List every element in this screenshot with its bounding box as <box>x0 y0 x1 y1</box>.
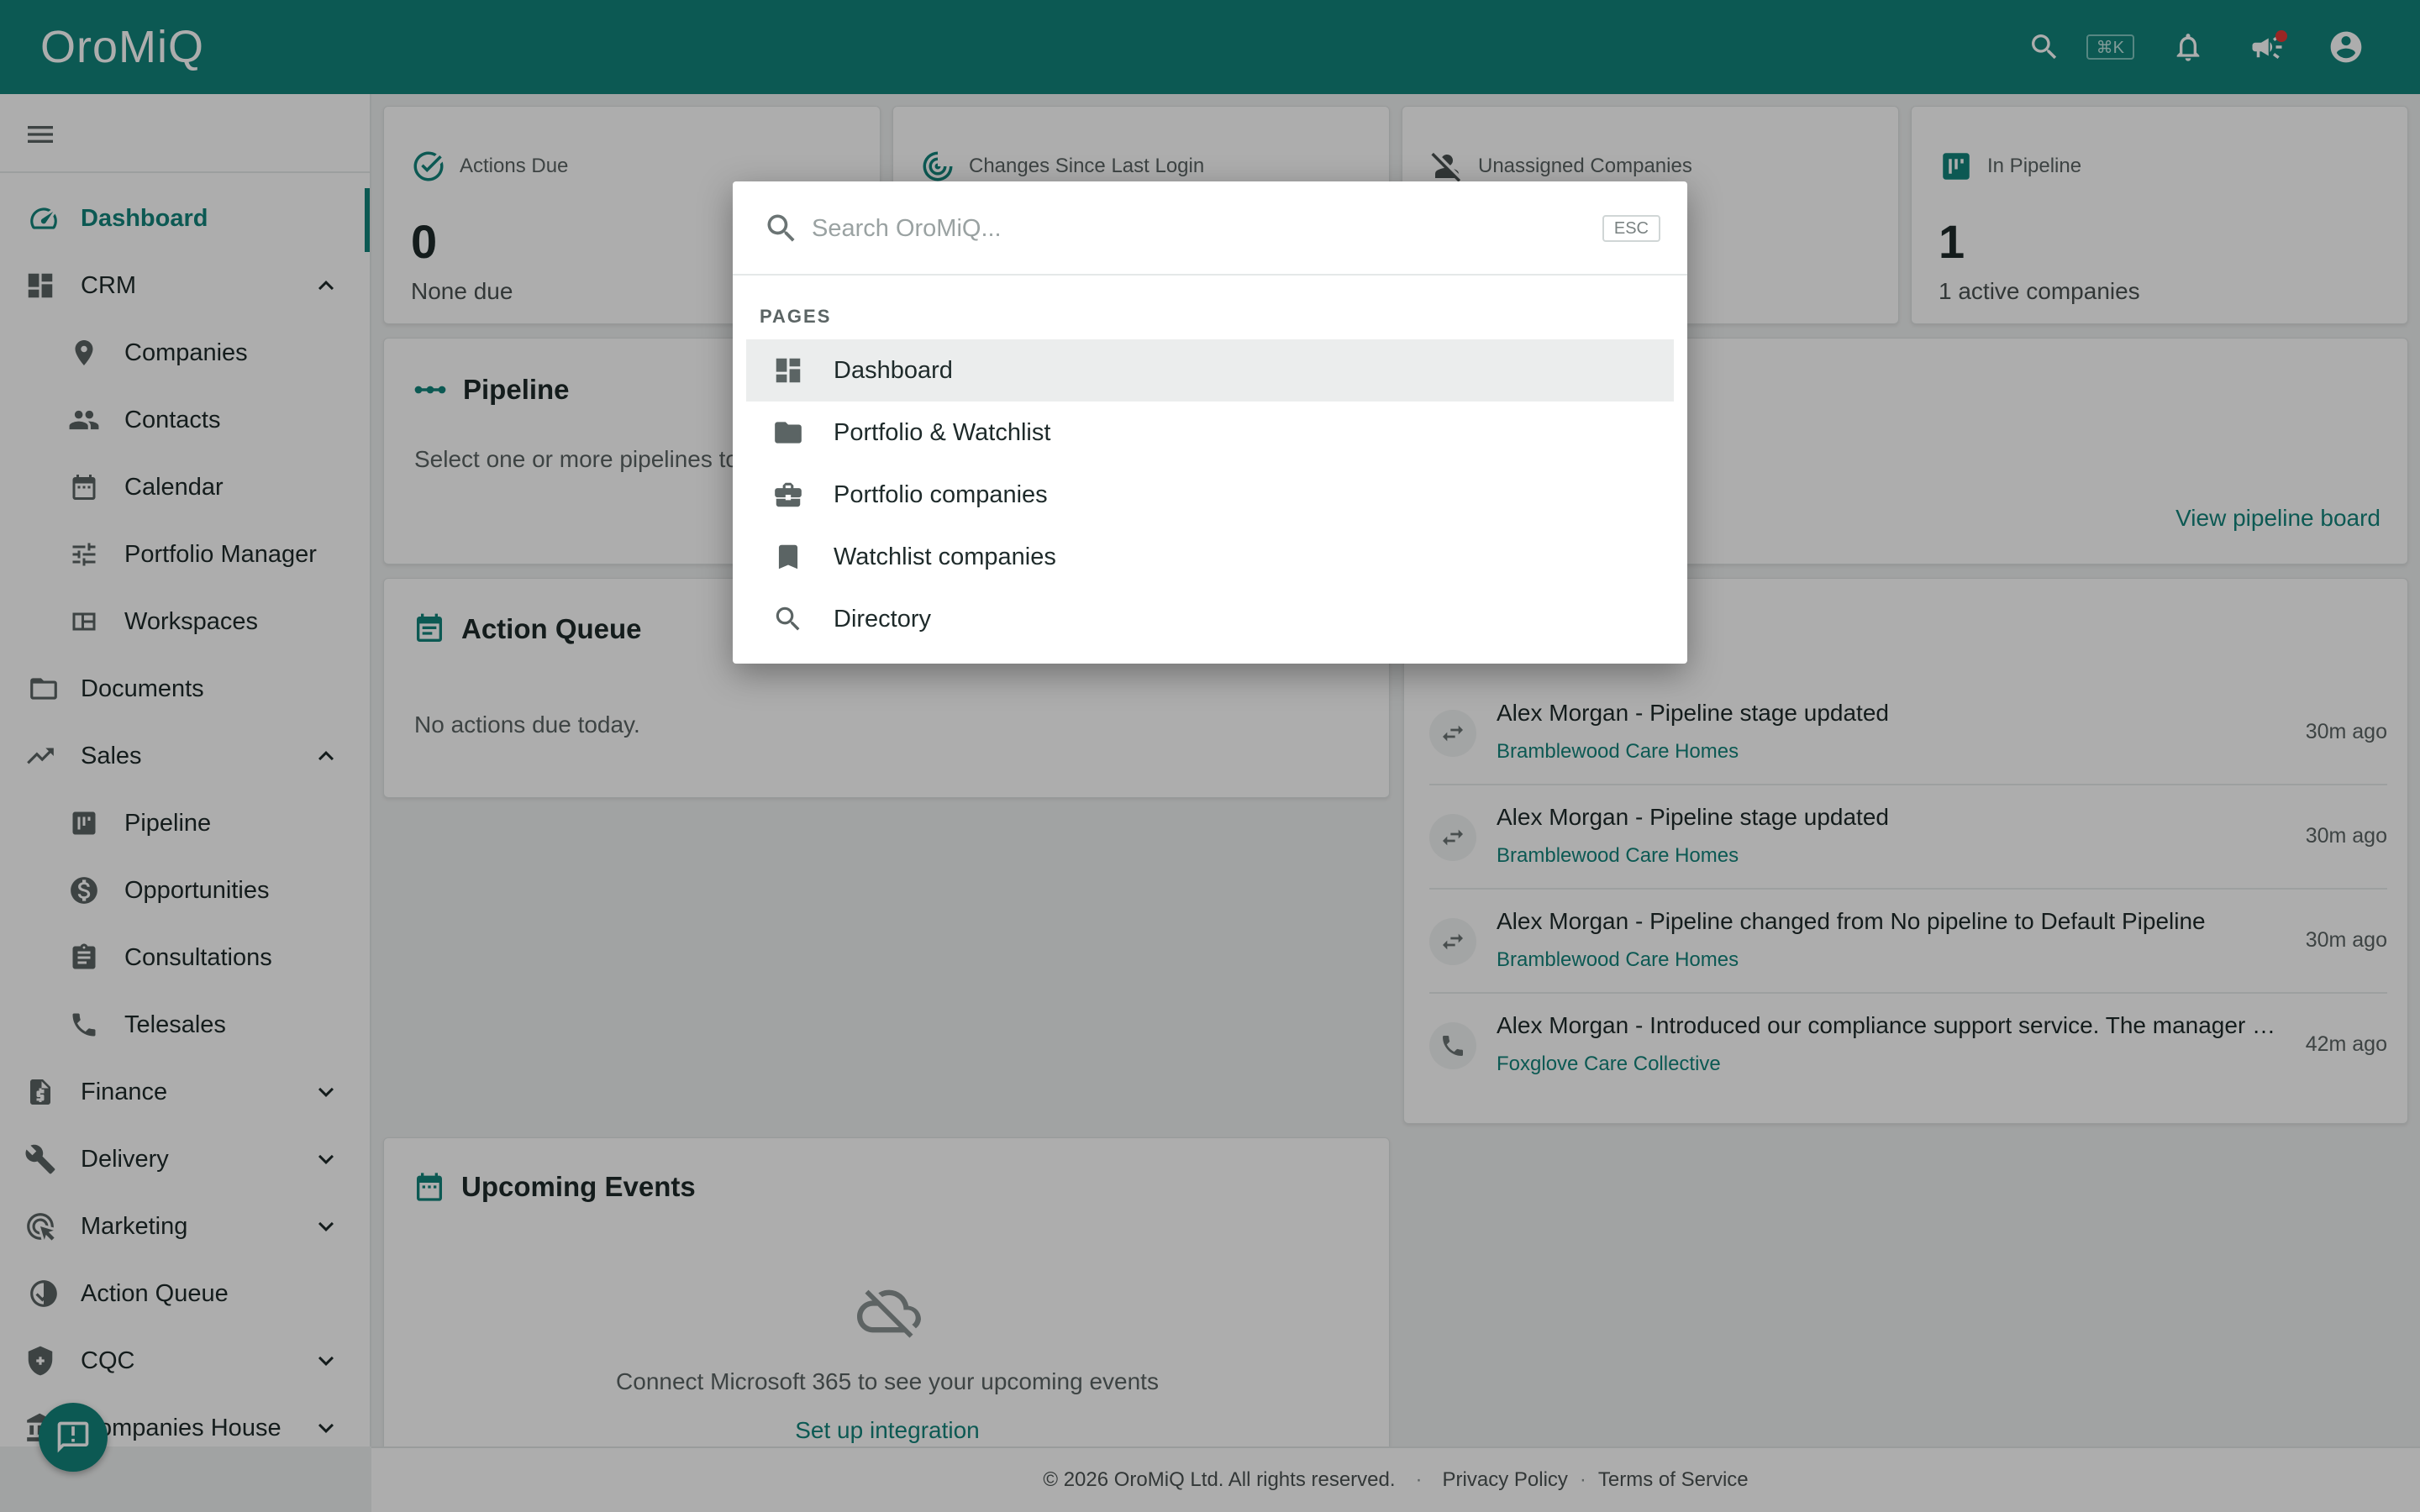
palette-item-portfolio-companies[interactable]: Portfolio companies <box>746 464 1674 526</box>
dashboard-icon <box>771 354 805 387</box>
palette-item-label: Directory <box>834 605 932 633</box>
command-palette: ESC PAGES Dashboard Portfolio & Watchlis… <box>733 181 1687 664</box>
folder-icon <box>771 416 805 449</box>
palette-item-label: Dashboard <box>834 356 953 384</box>
search-icon <box>763 210 800 247</box>
palette-item-label: Portfolio companies <box>834 480 1048 508</box>
palette-item-label: Watchlist companies <box>834 543 1056 570</box>
briefcase-icon <box>771 478 805 512</box>
bookmark-icon <box>771 540 805 574</box>
palette-search-input[interactable] <box>812 205 1484 252</box>
palette-search-bar: ESC <box>733 181 1687 276</box>
search-icon <box>771 602 805 636</box>
palette-item-portfolio-watchlist[interactable]: Portfolio & Watchlist <box>746 402 1674 464</box>
palette-item-directory[interactable]: Directory <box>746 588 1674 650</box>
section-heading: PAGES <box>760 306 832 327</box>
palette-item-watchlist-companies[interactable]: Watchlist companies <box>746 526 1674 588</box>
palette-item-label: Portfolio & Watchlist <box>834 418 1051 446</box>
esc-key-hint[interactable]: ESC <box>1602 215 1660 242</box>
palette-item-dashboard[interactable]: Dashboard <box>746 339 1674 402</box>
